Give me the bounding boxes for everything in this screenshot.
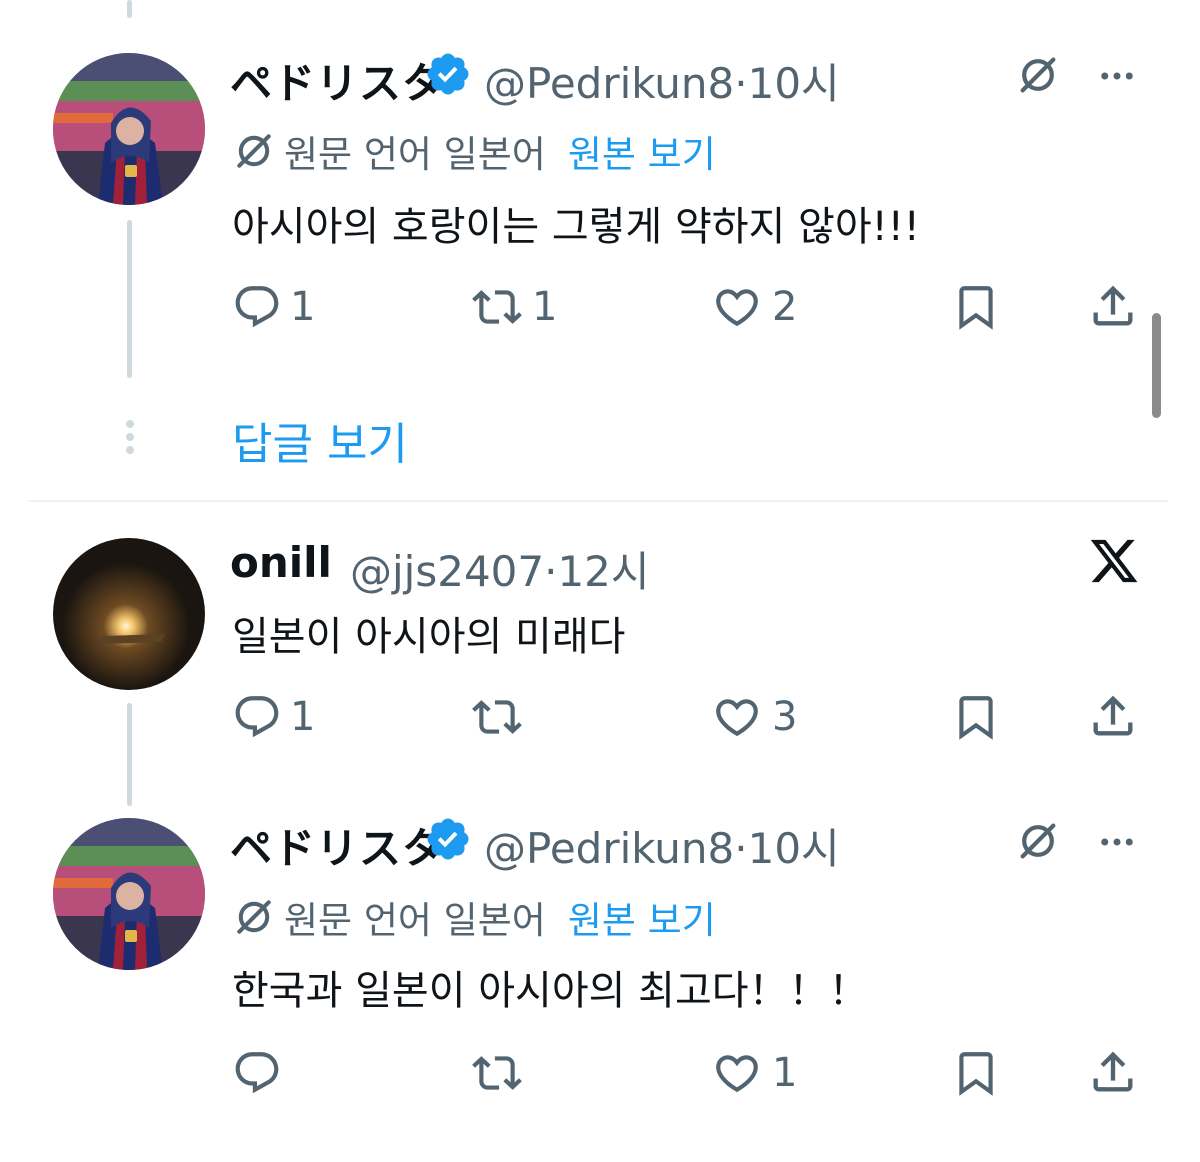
view-original-link[interactable]: 원본 보기 [568,124,716,178]
like-icon [710,282,764,332]
thread-line-top [127,0,132,18]
like-button[interactable]: 2 [710,282,797,332]
thread-line-2 [127,703,132,806]
reply-icon [232,692,282,742]
like-button[interactable]: 3 [710,692,797,742]
like-count: 1 [772,1050,798,1096]
retweet-count: 1 [532,284,558,330]
like-button[interactable]: 1 [710,1048,797,1098]
retweet-icon [470,282,524,332]
translate-icon [232,895,276,939]
avatar[interactable] [53,538,205,690]
thread-line-1 [127,220,132,378]
reply-button[interactable] [232,1048,290,1098]
translation-label: 원문 언어 일본어 [284,133,546,176]
handle-time[interactable]: @Pedrikun8·10시 [484,815,840,876]
tweet-text: 아시아의 호랑이는 그렇게 약하지 않아!!! [232,204,920,250]
divider [28,500,1168,502]
reply-icon [232,282,282,332]
more-replies-dots-icon [126,420,134,454]
show-replies-link[interactable]: 답글 보기 [232,408,408,472]
share-button[interactable] [1087,690,1139,742]
share-icon [1087,690,1139,742]
tweet-text: 한국과 일본이 아시아의 최고다！！！ [232,968,869,1014]
retweet-icon [470,692,524,742]
x-logo-icon[interactable] [1088,535,1140,587]
bookmark-icon [950,1048,1002,1098]
reply-button[interactable]: 1 [232,692,315,742]
scrollbar[interactable] [1152,313,1161,418]
more-icon[interactable] [1096,821,1138,863]
translation-label: 원문 언어 일본어 [284,899,546,942]
bookmark-button[interactable] [950,692,1002,742]
handle-time[interactable]: @jjs2407·12시 [350,538,650,599]
bookmark-button[interactable] [950,282,1002,332]
view-original-link[interactable]: 원본 보기 [568,890,716,944]
retweet-button[interactable] [470,1048,532,1098]
display-name[interactable]: ペドリスタ [230,815,445,876]
share-icon [1087,1046,1139,1098]
reply-button[interactable]: 1 [232,282,315,332]
tweet-text: 일본이 아시아의 미래다 [232,614,626,660]
reply-icon [232,1048,282,1098]
retweet-icon [470,1048,524,1098]
like-count: 2 [772,284,798,330]
translation-row: 원문 언어 일본어 원본 보기 [232,890,716,944]
reply-count: 1 [290,694,316,740]
handle-time[interactable]: @Pedrikun8·10시 [484,50,840,111]
retweet-button[interactable] [470,692,532,742]
display-name[interactable]: ペドリスタ [230,50,445,111]
translate-icon[interactable] [1015,818,1061,864]
bookmark-icon [950,692,1002,742]
verified-badge-icon [424,815,472,863]
translate-icon[interactable] [1015,52,1061,98]
bookmark-button[interactable] [950,1048,1002,1098]
retweet-button[interactable]: 1 [470,282,557,332]
avatar[interactable] [53,53,205,205]
translation-row: 원문 언어 일본어 원본 보기 [232,124,716,178]
translate-icon [232,129,276,173]
bookmark-icon [950,282,1002,332]
share-button[interactable] [1087,1046,1139,1098]
share-icon [1087,280,1139,332]
like-icon [710,1048,764,1098]
reply-count: 1 [290,284,316,330]
avatar[interactable] [53,818,205,970]
display-name[interactable]: onill [230,538,332,587]
verified-badge-icon [424,50,472,98]
like-count: 3 [772,694,798,740]
more-icon[interactable] [1096,55,1138,97]
like-icon [710,692,764,742]
share-button[interactable] [1087,280,1139,332]
